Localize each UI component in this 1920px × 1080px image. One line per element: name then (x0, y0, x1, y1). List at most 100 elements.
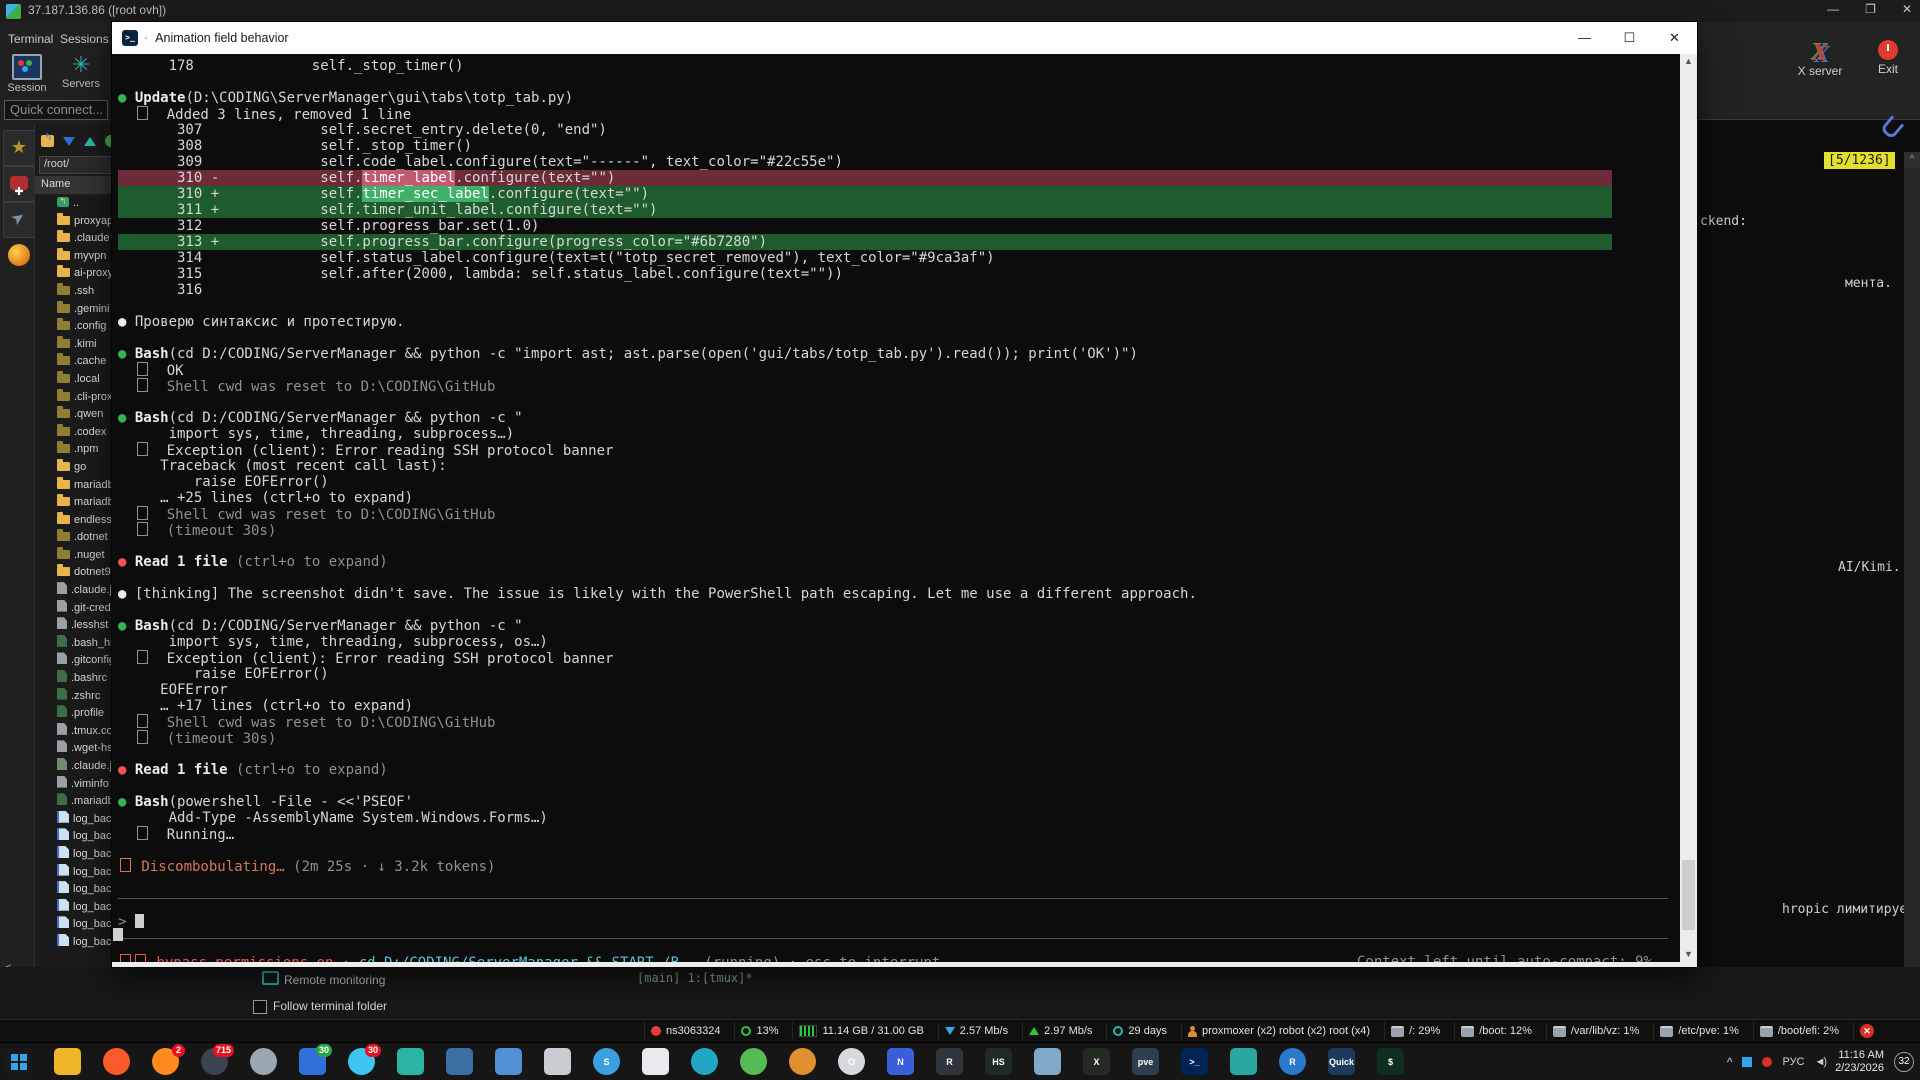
scrollbar-down-arrow[interactable]: ▼ (1680, 947, 1697, 962)
file-tree-item[interactable]: .profile (35, 705, 119, 723)
send-plane-icon[interactable] (3, 202, 35, 238)
taskbar-icon-cam[interactable] (1230, 1048, 1257, 1075)
claude-code-terminal[interactable]: 178 self._stop_timer()● Update(D:\CODING… (112, 54, 1680, 962)
window-scrollbar[interactable]: ▲ ▼ (1680, 54, 1697, 962)
taskbar-icon-money[interactable]: $ (1377, 1048, 1404, 1075)
taskbar-icon-app-x[interactable]: X (1083, 1048, 1110, 1075)
language-indicator[interactable]: РУС (1782, 1056, 1804, 1068)
taskbar-icon-app-dark[interactable]: 715 (201, 1048, 228, 1075)
taskbar-icon-app-blue[interactable]: 30 (299, 1048, 326, 1075)
taskbar-icon-vs[interactable] (446, 1048, 473, 1075)
mobax-restore-button[interactable]: ❐ (1865, 2, 1876, 16)
taskbar-icon-firefox[interactable]: 2 (152, 1048, 179, 1075)
file-tree-item[interactable]: log_backu (35, 828, 119, 846)
file-tree-item[interactable]: .claude (35, 230, 119, 248)
file-tree-item[interactable]: .claude.js (35, 582, 119, 600)
file-tree-item[interactable]: .zshrc (35, 688, 119, 706)
favorites-star-icon[interactable] (3, 130, 35, 166)
file-tree-item[interactable]: .lesshst (35, 617, 119, 635)
taskbar-icon-pve[interactable]: pve (1132, 1048, 1159, 1075)
file-tree-item[interactable]: .git-crede (35, 600, 119, 618)
file-tree-item[interactable]: .config (35, 318, 119, 336)
right-terminal-scrollbar[interactable] (1904, 152, 1920, 1010)
mobax-close-button[interactable]: ✕ (1902, 2, 1912, 16)
file-list-header[interactable]: Name (35, 176, 119, 195)
taskbar-icon-quick[interactable]: Quick (1328, 1048, 1355, 1075)
taskbar-icon-chrome-orange[interactable] (789, 1048, 816, 1075)
file-tree-item[interactable]: .wget-hst (35, 740, 119, 758)
tray-app-icon[interactable] (1742, 1057, 1752, 1067)
taskbar-icon-app-cyan[interactable] (691, 1048, 718, 1075)
scrollbar-up-arrow[interactable]: ▲ (1680, 54, 1697, 69)
taskbar-icon-app-teal[interactable] (397, 1048, 424, 1075)
file-tree-item[interactable]: log_backu (35, 864, 119, 882)
file-tree-item[interactable]: .viminfo (35, 776, 119, 794)
file-tree-item[interactable]: .gemini (35, 301, 119, 319)
file-tree-item[interactable]: .bashrc (35, 670, 119, 688)
file-tree-item[interactable]: myvpn (35, 248, 119, 266)
file-tree-item[interactable]: go (35, 459, 119, 477)
taskbar-icon-app-gray[interactable] (250, 1048, 277, 1075)
download-icon[interactable] (63, 137, 75, 146)
notification-count-badge[interactable]: 32 (1894, 1052, 1914, 1072)
taskbar-icon-notepad[interactable] (642, 1048, 669, 1075)
taskbar-icon-app-steel[interactable] (1034, 1048, 1061, 1075)
file-tree-item[interactable]: ai-proxy- (35, 265, 119, 283)
file-tree-item[interactable]: log_backu (35, 916, 119, 934)
file-tree-item[interactable]: .gitconfig (35, 652, 119, 670)
taskbar-icon-skype[interactable]: S (593, 1048, 620, 1075)
menu-sessions[interactable]: Sessions (60, 32, 109, 46)
file-tree-item[interactable]: endlessh (35, 512, 119, 530)
file-tree-item[interactable]: .nuget (35, 547, 119, 565)
file-tree-item[interactable]: .kimi (35, 336, 119, 354)
tray-clock[interactable]: 11:16 AM 2/23/2026 (1835, 1049, 1884, 1075)
session-button[interactable]: Session (4, 54, 50, 94)
taskbar-icon-app-light[interactable] (544, 1048, 571, 1075)
globe-icon[interactable] (8, 244, 30, 266)
servers-button[interactable]: Servers (58, 54, 104, 90)
file-tree-item[interactable]: .cache (35, 353, 119, 371)
exit-button[interactable]: Exit (1858, 40, 1918, 76)
file-tree-item[interactable]: .local (35, 371, 119, 389)
tray-chevron-icon[interactable]: ^ (1727, 1055, 1733, 1069)
taskbar-icon-app-n[interactable]: N (887, 1048, 914, 1075)
tray-app-icon[interactable] (1762, 1057, 1772, 1067)
file-tree-item[interactable]: mariadb-c (35, 494, 119, 512)
file-tree-item[interactable]: dotnet9 (35, 564, 119, 582)
file-tree-item[interactable]: .dotnet (35, 529, 119, 547)
file-tree-item[interactable]: .cli-prox (35, 389, 119, 407)
file-tree-item[interactable]: .mariadb (35, 793, 119, 811)
x-server-button[interactable]: X X server (1790, 40, 1850, 78)
file-tree-item[interactable]: .codex (35, 424, 119, 442)
file-tree-item[interactable]: .ssh (35, 283, 119, 301)
menu-terminal[interactable]: Terminal (8, 32, 53, 46)
folder-up-icon[interactable] (41, 135, 54, 147)
file-tree-item[interactable]: .. (35, 195, 119, 213)
status-chip[interactable]: ✕ (1853, 1022, 1885, 1040)
mobax-minimize-button[interactable]: — (1827, 2, 1839, 16)
taskbar-icon-folder-blue[interactable] (495, 1048, 522, 1075)
file-tree-item[interactable]: .bash_his (35, 635, 119, 653)
window-minimize-button[interactable]: — (1562, 22, 1607, 54)
quick-connect-input[interactable]: Quick connect... (4, 100, 108, 120)
taskbar-icon-hs[interactable]: HS (985, 1048, 1012, 1075)
taskbar-icon-app-r-blue[interactable]: R (1279, 1048, 1306, 1075)
file-tree-item[interactable]: log_backu (35, 899, 119, 917)
taskbar-icon-powershell[interactable]: >_ (1181, 1048, 1208, 1075)
file-tree-item[interactable]: log_backu (35, 811, 119, 829)
taskbar-icon-start[interactable] (5, 1048, 32, 1075)
file-tree-item[interactable]: .npm (35, 441, 119, 459)
window-maximize-button[interactable]: ☐ (1607, 22, 1652, 54)
file-tree-item[interactable]: proxyapis (35, 213, 119, 231)
scrollbar-thumb[interactable] (1682, 860, 1695, 930)
file-tree-item[interactable]: mariadb-i (35, 477, 119, 495)
file-tree-item[interactable]: .claude.js (35, 758, 119, 776)
window-titlebar[interactable]: >_ · Animation field behavior — ☐ ✕ (112, 22, 1697, 55)
file-tree-item[interactable]: .tmux.con (35, 723, 119, 741)
remote-monitoring-label[interactable]: Remote monitoring (262, 971, 385, 987)
file-tree-item[interactable]: log_backu (35, 934, 119, 952)
taskbar-icon-file-explorer[interactable] (54, 1048, 81, 1075)
follow-terminal-folder-checkbox[interactable] (253, 1000, 267, 1014)
taskbar-icon-brave[interactable] (103, 1048, 130, 1075)
file-tree-item[interactable]: .qwen (35, 406, 119, 424)
